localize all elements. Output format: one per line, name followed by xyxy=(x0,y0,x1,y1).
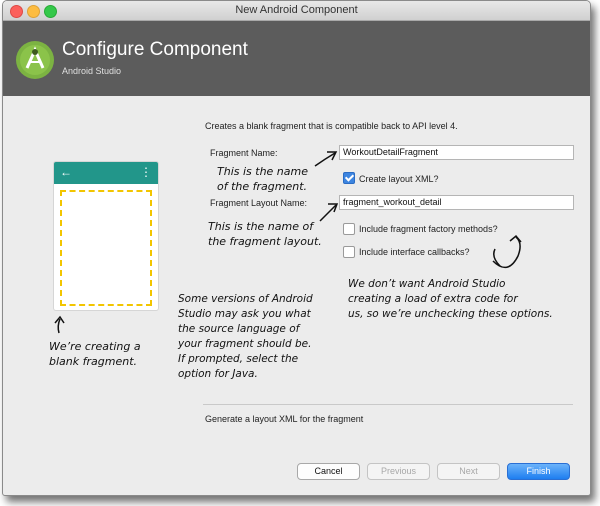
window-title: New Android Component xyxy=(235,4,358,16)
arrow-to-layout-name-head xyxy=(328,203,339,213)
arrow-to-callbacks xyxy=(493,248,501,267)
android-studio-logo-icon xyxy=(16,41,54,79)
blank-fragment-outline xyxy=(60,190,152,306)
create-layout-checkbox[interactable] xyxy=(343,172,355,184)
create-layout-label: Create layout XML? xyxy=(359,174,439,184)
fragment-name-label: Fragment Name: xyxy=(210,148,278,158)
arrow-to-preview xyxy=(57,318,61,334)
layout-name-annotation: This is the name of the fragment layout. xyxy=(208,220,322,248)
back-arrow-icon: ← xyxy=(60,165,72,179)
overflow-menu-icon: ⋮ xyxy=(140,165,152,179)
arrow-to-checkboxes xyxy=(492,236,521,269)
previous-button[interactable]: Previous xyxy=(367,463,430,480)
interface-callbacks-label: Include interface callbacks? xyxy=(359,247,470,257)
footer-description: Generate a layout XML for the fragment xyxy=(205,414,364,424)
fragment-preview: ← ⋮ xyxy=(53,161,159,311)
arrow-to-fragment-name xyxy=(314,152,336,167)
page-title: Configure Component xyxy=(62,39,248,60)
unchecking-annotation: We don’t want Android Studio creating a … xyxy=(348,278,553,320)
arrow-to-layout-name xyxy=(319,204,337,222)
source-language-annotation: Some versions of Android Studio may ask … xyxy=(178,293,313,380)
next-button[interactable]: Next xyxy=(437,463,500,480)
arrow-to-fragment-name-head xyxy=(327,151,338,161)
finish-button[interactable]: Finish xyxy=(507,463,570,480)
layout-name-label: Fragment Layout Name: xyxy=(210,198,308,208)
interface-callbacks-checkbox[interactable] xyxy=(343,246,355,258)
arrow-to-checkboxes-head xyxy=(509,234,522,243)
fragment-name-input[interactable]: WorkoutDetailFragment xyxy=(339,145,574,160)
blank-fragment-annotation: We’re creating a blank fragment. xyxy=(49,340,141,368)
dialog-window: New Android Component Configure Componen… xyxy=(2,0,591,496)
dialog-header: Configure Component Android Studio xyxy=(3,21,590,96)
component-description: Creates a blank fragment that is compati… xyxy=(205,121,458,131)
footer-divider xyxy=(203,404,573,405)
factory-methods-checkbox[interactable] xyxy=(343,223,355,235)
preview-app-bar: ← ⋮ xyxy=(54,162,158,184)
layout-name-input[interactable]: fragment_workout_detail xyxy=(339,195,574,210)
fragment-name-annotation: This is the name of the fragment. xyxy=(217,165,309,193)
factory-methods-label: Include fragment factory methods? xyxy=(359,224,498,234)
cancel-button[interactable]: Cancel xyxy=(297,463,360,480)
arrow-to-preview-head xyxy=(54,315,65,324)
title-bar: New Android Component xyxy=(3,1,590,21)
page-subtitle: Android Studio xyxy=(62,66,122,76)
